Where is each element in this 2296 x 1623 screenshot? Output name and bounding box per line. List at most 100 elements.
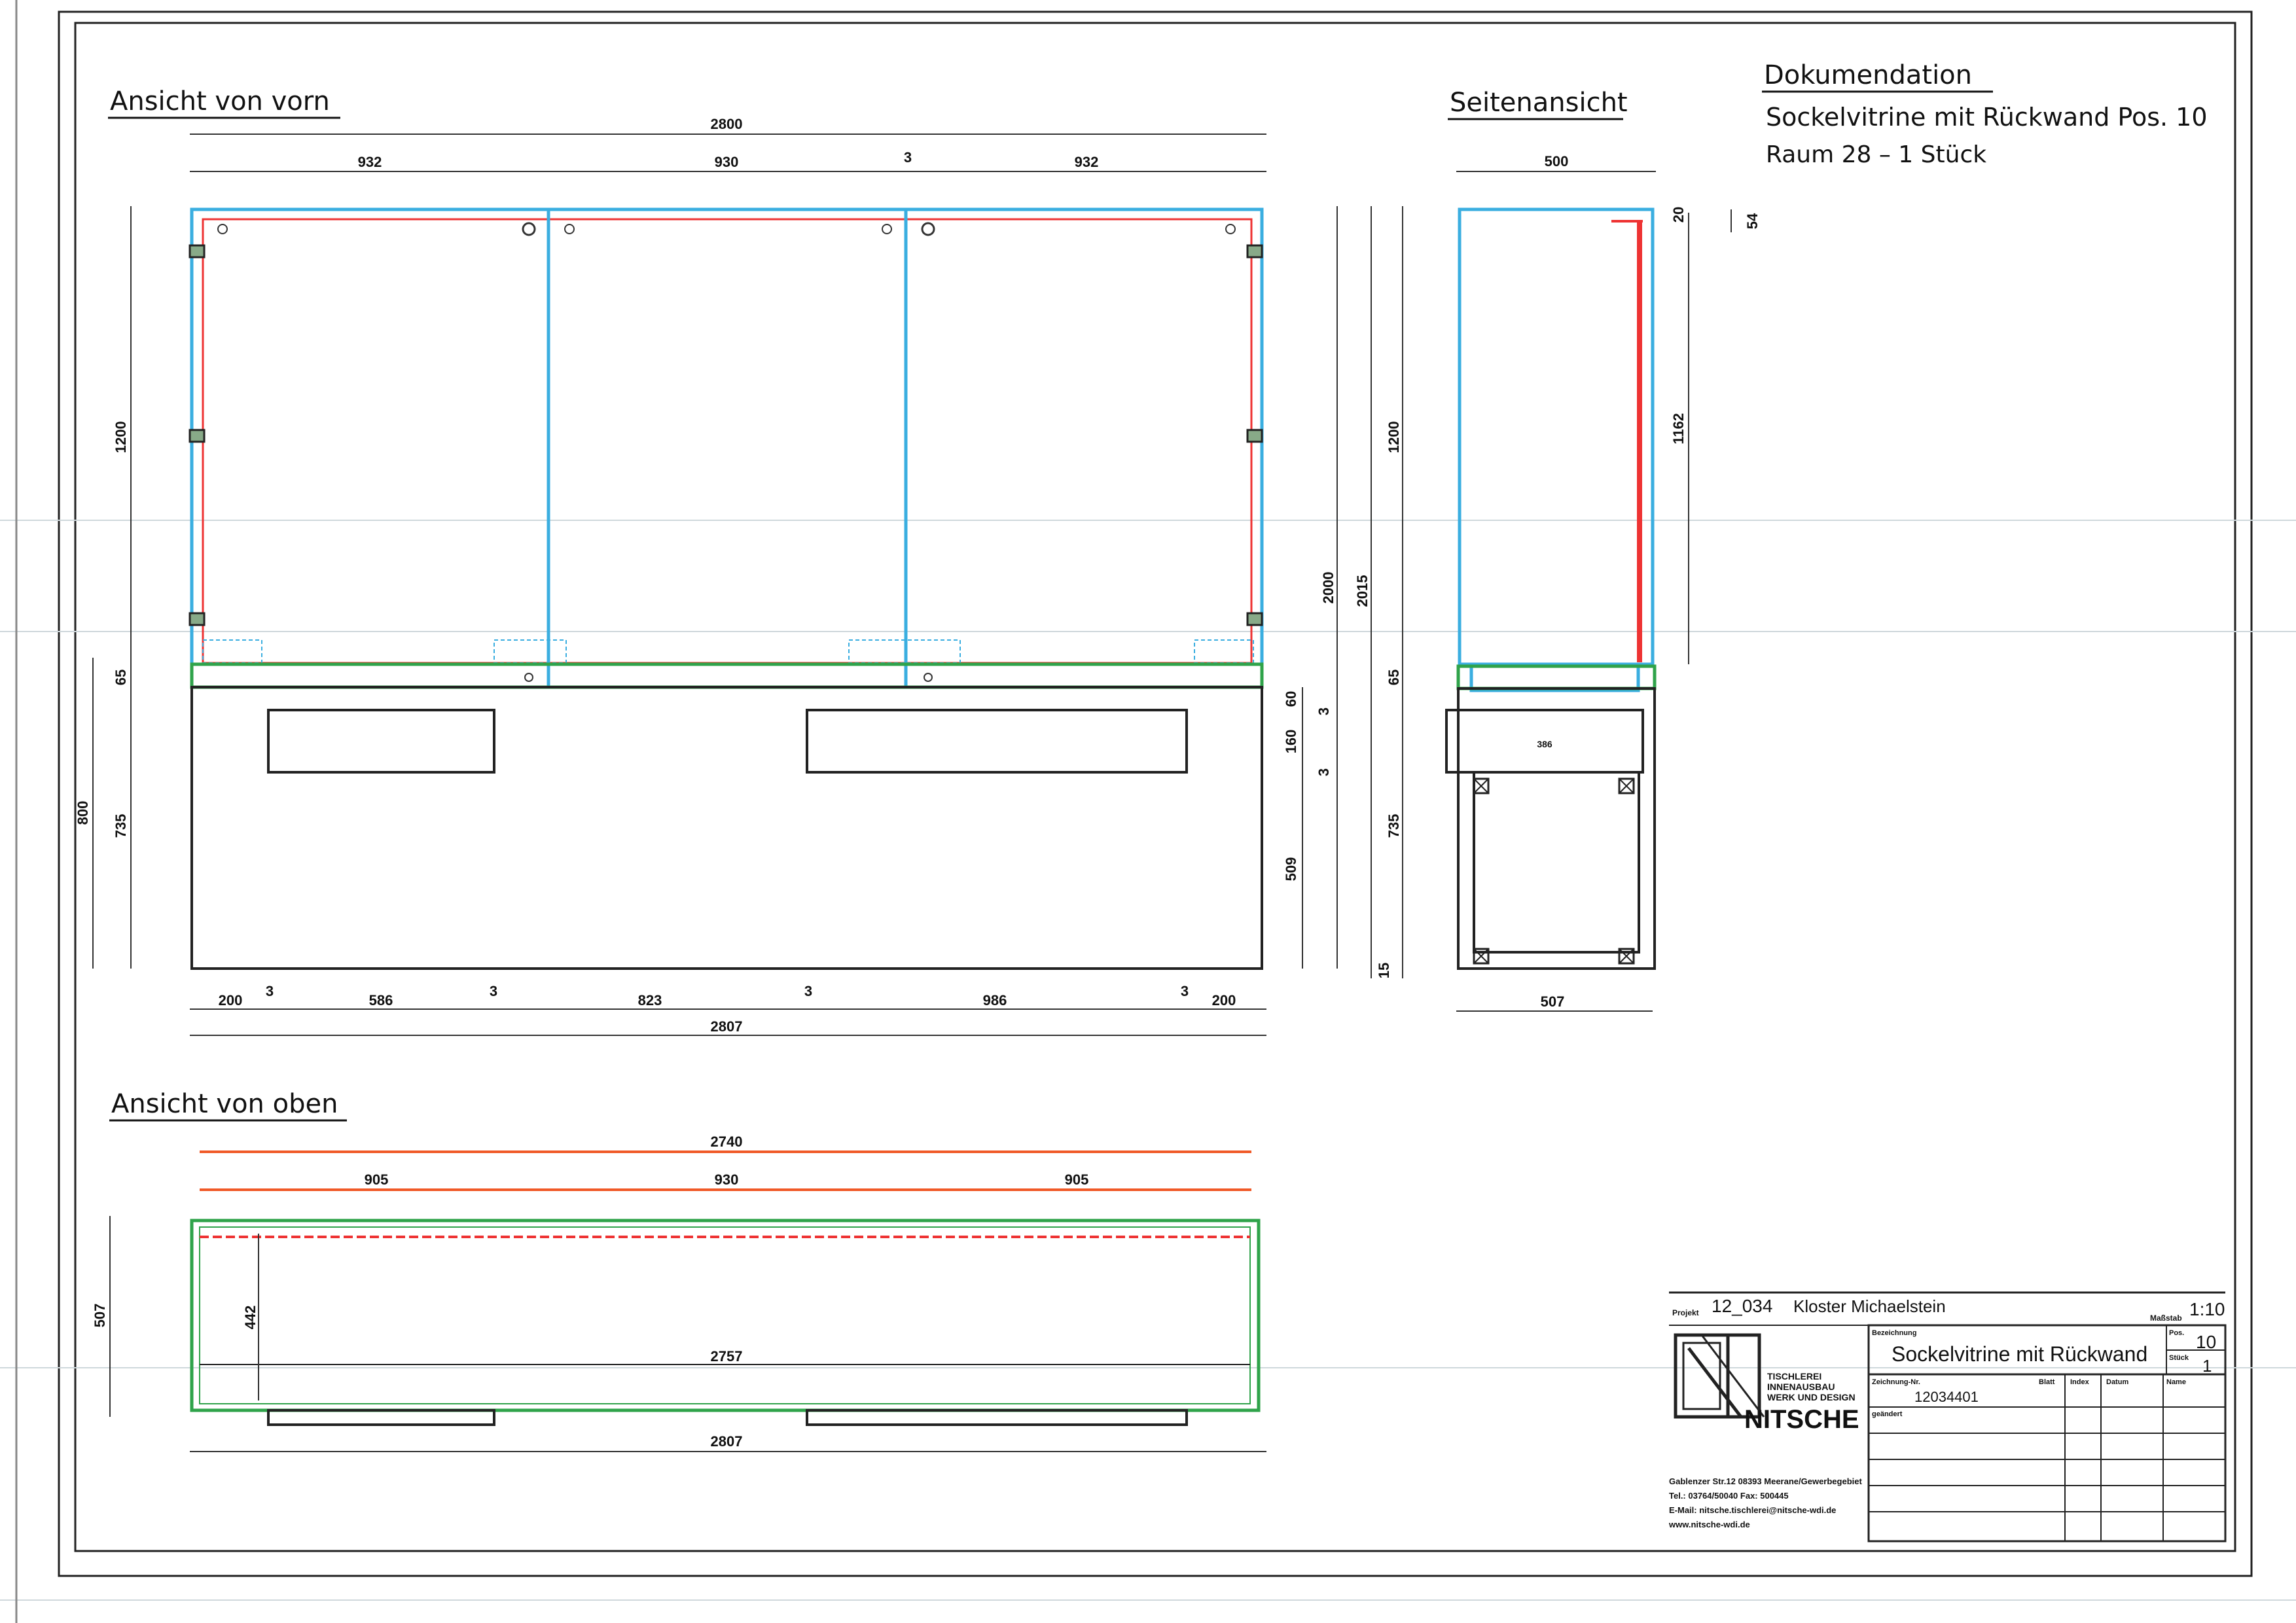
side-glass-outline bbox=[1458, 207, 1655, 666]
front-view-title: Ansicht von vorn bbox=[110, 86, 330, 116]
dim-509: 509 bbox=[1283, 857, 1299, 882]
dim-800-left: 800 bbox=[75, 801, 91, 825]
dim-65-left: 65 bbox=[113, 669, 129, 685]
pos-label: Pos. bbox=[2169, 1329, 2184, 1337]
stueck-value: 1 bbox=[2202, 1356, 2212, 1376]
datum-label: Datum bbox=[2106, 1378, 2128, 1386]
top-view-title: Ansicht von oben bbox=[111, 1089, 338, 1119]
dim-1200-right: 1200 bbox=[1386, 421, 1402, 454]
dim-bottom-3-a: 3 bbox=[266, 983, 274, 999]
side-foot-icons bbox=[1473, 777, 1635, 965]
hinge-icon bbox=[188, 429, 206, 443]
dim-2000: 2000 bbox=[1320, 572, 1336, 604]
drawer-panel-left bbox=[267, 709, 495, 774]
front-view: 2800 932 930 3 932 1200 65 735 800 2000 … bbox=[75, 116, 1403, 1036]
title-block: Projekt 12_034 Kloster Michaelstein Maßs… bbox=[1668, 1291, 2227, 1543]
dim-20: 20 bbox=[1670, 207, 1687, 223]
side-view-title: Seitenansicht bbox=[1450, 88, 1628, 118]
hinge-icon bbox=[188, 244, 206, 259]
zeichnung-label: Zeichnung-Nr. bbox=[1872, 1378, 1920, 1386]
dim-735-left: 735 bbox=[113, 814, 129, 838]
dim-bottom-3-c: 3 bbox=[804, 983, 812, 999]
dim-60: 60 bbox=[1283, 691, 1299, 707]
index-label: Index bbox=[2070, 1378, 2090, 1386]
pedestal-body bbox=[190, 686, 1263, 970]
dim-3-right-b: 3 bbox=[1316, 768, 1332, 776]
company-line2: INNENAUSBAU bbox=[1767, 1382, 1835, 1392]
dim-bottom-586: 586 bbox=[369, 992, 393, 1008]
dim-442: 442 bbox=[242, 1306, 259, 1330]
sheet-inner-border bbox=[74, 22, 2236, 1552]
zeichnung-value: 12034401 bbox=[1914, 1389, 1979, 1405]
dim-932-right: 932 bbox=[1075, 154, 1099, 170]
company-address: Gablenzer Str.12 08393 Meerane/Gewerbege… bbox=[1669, 1476, 1862, 1486]
dim-160: 160 bbox=[1283, 730, 1299, 754]
dim-2015: 2015 bbox=[1354, 575, 1371, 607]
dim-bottom-200-right: 200 bbox=[1212, 992, 1236, 1008]
pos-value: 10 bbox=[2196, 1332, 2216, 1352]
lock-icon bbox=[921, 222, 935, 236]
dim-15-right: 15 bbox=[1376, 963, 1392, 978]
bezeichnung-value: Sockelvitrine mit Rückwand bbox=[1892, 1342, 2147, 1366]
dim-930: 930 bbox=[715, 154, 739, 170]
dim-3-top: 3 bbox=[904, 149, 912, 166]
side-light-tray bbox=[1469, 662, 1640, 692]
light-box bbox=[493, 639, 567, 664]
top-view: 2740 905 930 905 442 2757 507 2807 bbox=[92, 1133, 1266, 1452]
screw-icon bbox=[882, 224, 892, 234]
top-inner-outline bbox=[199, 1226, 1251, 1404]
dim-2800: 2800 bbox=[711, 116, 743, 132]
top-drawer-right bbox=[806, 1409, 1188, 1426]
dim-905-left: 905 bbox=[365, 1171, 389, 1188]
hinge-icon bbox=[188, 612, 206, 626]
vitrine-inner-red bbox=[202, 218, 1253, 664]
massstab-value: 1:10 bbox=[2189, 1299, 2225, 1319]
dim-1162: 1162 bbox=[1670, 413, 1687, 444]
light-box bbox=[202, 639, 262, 664]
company-web: www.nitsche-wdi.de bbox=[1668, 1520, 1750, 1529]
name-label: Name bbox=[2166, 1378, 2186, 1386]
projekt-number: 12_034 bbox=[1712, 1296, 1772, 1316]
base-rail bbox=[190, 662, 1264, 689]
dim-bottom-823: 823 bbox=[638, 992, 662, 1008]
dim-65-right: 65 bbox=[1386, 669, 1402, 685]
dim-386: 386 bbox=[1537, 739, 1552, 749]
sheet-outer-border bbox=[58, 10, 2253, 1577]
drawing-sheet: Ansicht von vorn Seitenansicht Ansicht v… bbox=[0, 0, 2296, 1623]
dim-bottom-3-d: 3 bbox=[1181, 983, 1189, 999]
light-box bbox=[1194, 639, 1254, 664]
screw-icon bbox=[217, 224, 228, 234]
dim-932-left: 932 bbox=[358, 154, 382, 170]
doc-heading: Dokumendation bbox=[1764, 60, 1972, 90]
dim-bottom-2807: 2807 bbox=[711, 1018, 743, 1035]
dim-bottom-3-b: 3 bbox=[490, 983, 497, 999]
stueck-label: Stück bbox=[2169, 1354, 2189, 1362]
side-pedestal-inner bbox=[1473, 771, 1640, 954]
screw-icon bbox=[924, 673, 933, 682]
dim-3-right-a: 3 bbox=[1316, 707, 1332, 715]
bezeichnung-label: Bezeichnung bbox=[1872, 1329, 1916, 1337]
screw-icon bbox=[524, 673, 533, 682]
massstab-label: Maßstab bbox=[2150, 1313, 2182, 1323]
projekt-name: Kloster Michaelstein bbox=[1793, 1296, 1946, 1316]
doc-line2: Raum 28 – 1 Stück bbox=[1766, 141, 1986, 168]
vitrine-glass-outline bbox=[190, 207, 1264, 666]
top-drawer-left bbox=[267, 1409, 495, 1426]
dim-507-top: 507 bbox=[92, 1304, 108, 1328]
drawer-panel-right bbox=[806, 709, 1188, 774]
side-view: 500 386 20 54 1162 507 bbox=[1445, 153, 1761, 1012]
dim-2740: 2740 bbox=[711, 1133, 743, 1150]
dim-54: 54 bbox=[1744, 213, 1761, 229]
dim-bottom-986: 986 bbox=[983, 992, 1007, 1008]
dim-2807-top: 2807 bbox=[711, 1433, 743, 1450]
doc-line1: Sockelvitrine mit Rückwand Pos. 10 bbox=[1766, 103, 2208, 132]
side-base-rail bbox=[1456, 664, 1657, 690]
geaendert-label: geändert bbox=[1872, 1410, 1903, 1418]
lock-icon bbox=[522, 222, 536, 236]
screw-icon bbox=[1225, 224, 1236, 234]
dim-500: 500 bbox=[1545, 153, 1569, 169]
screw-icon bbox=[564, 224, 575, 234]
top-outline bbox=[190, 1219, 1261, 1412]
dim-1200-left: 1200 bbox=[113, 421, 129, 454]
company-name: NITSCHE bbox=[1744, 1405, 1859, 1434]
